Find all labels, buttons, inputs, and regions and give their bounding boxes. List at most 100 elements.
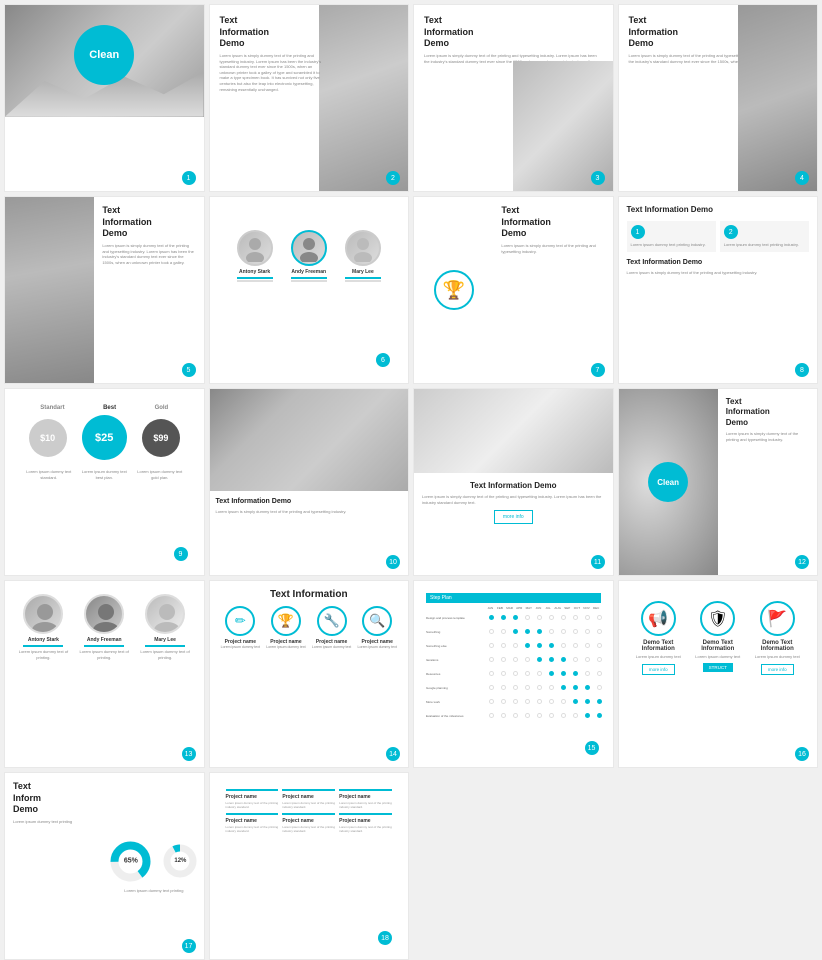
slide-10-title: Text Information Demo [216, 497, 403, 506]
slide-9-pricing: Standart Best Gold $10 $25 $99 Lorem ips… [4, 388, 205, 576]
gantt-dot-empty [513, 713, 518, 718]
gantt-row: Evaluation of the milestones [426, 710, 601, 721]
icon-item-2: 🏆 Project name Lorem ipsum dummy text [266, 606, 305, 649]
slide-14-icons: Text Information ✏ Project name Lorem ip… [209, 580, 410, 768]
slide-2: TextInformationDemo Lorem ipsum is simpl… [209, 4, 410, 192]
iconbox-3-btn[interactable]: more info [761, 664, 794, 675]
gantt-dot-empty [573, 713, 578, 718]
gantt-dot-empty [573, 657, 578, 662]
icon-desc-2: Lorem ipsum dummy text [266, 645, 305, 649]
clean-badge: Clean [74, 25, 134, 85]
team2-antony-bar [23, 645, 63, 647]
gantt-title: Step Plan [426, 593, 601, 603]
antony-name: Antony Stark [239, 269, 270, 275]
gantt-dot-filled [561, 657, 566, 662]
iconbox-1: 📢 Demo Text Information Lorem ipsum dumm… [631, 601, 685, 675]
gantt-dot-empty [585, 671, 590, 676]
andy-bar [291, 277, 327, 279]
step-14: 14 [386, 747, 400, 761]
gantt-dot-empty [525, 671, 530, 676]
price-best: $25 [82, 415, 127, 460]
gantt-dot-empty [585, 615, 590, 620]
gantt-dot-empty [561, 699, 566, 704]
slide-2-title: TextInformationDemo [220, 15, 324, 50]
iconbox-2: 🛡 Demo Text Information Lorem ipsum dumm… [691, 601, 745, 672]
more-info-btn-11[interactable]: more info [494, 510, 533, 524]
month-jun: JUN [534, 606, 543, 610]
iconbox-2-btn[interactable]: STRUCT [703, 663, 733, 672]
month-sep: SEP [563, 606, 572, 610]
gantt-dot-empty [501, 713, 506, 718]
proj-2-name: Project name [282, 794, 335, 800]
iconbox-2-icon: 🛡 [700, 601, 735, 636]
percent-12: 12% [174, 858, 186, 864]
slide-4-image [738, 5, 817, 191]
gantt-dot-filled [549, 671, 554, 676]
gantt-dot-filled [525, 629, 530, 634]
month-aug: AUG [553, 606, 562, 610]
iconbox-1-btn[interactable]: more info [642, 664, 675, 675]
gantt-dot-empty [489, 713, 494, 718]
gantt-dot-empty [513, 685, 518, 690]
step-7: 7 [591, 363, 605, 377]
slide-12: Clean TextInformationDemo Lorem ipsum is… [618, 388, 819, 576]
gantt-dot-empty [585, 629, 590, 634]
iconbox-3: 🚩 Demo Text Information Lorem ipsum dumm… [750, 601, 804, 675]
gantt-dot-empty [549, 699, 554, 704]
slide-grid: Clean 1 TextInformationDemo Lorem ipsum … [0, 0, 822, 944]
month-may: MAY [525, 606, 534, 610]
gantt-dot-empty [501, 657, 506, 662]
slide-3-title: TextInformationDemo [424, 15, 603, 50]
iconbox-1-icon: 📢 [641, 601, 676, 636]
team2-andy-bar [84, 645, 124, 647]
step-13: 13 [182, 747, 196, 761]
icon-desc-1: Lorem ipsum dummy text [221, 645, 260, 649]
gantt-dot-filled [537, 629, 542, 634]
slide-11-image [414, 389, 613, 473]
proj-5-name: Project name [282, 818, 335, 824]
gantt-dot-filled [537, 643, 542, 648]
slide-11-title: Text Information Demo [422, 481, 605, 491]
team2-andy-name: Andy Freeman [87, 637, 122, 643]
antony-avatar [237, 230, 273, 266]
gantt-dot-empty [501, 699, 506, 704]
andy-bar2 [291, 280, 327, 282]
step-8: 8 [795, 363, 809, 377]
step-18: 18 [378, 931, 392, 945]
icon-item-4: 🔍 Project name Lorem ipsum dummy text [358, 606, 397, 649]
gantt-dot-empty [549, 685, 554, 690]
gantt-dot-empty [573, 643, 578, 648]
gantt-dot-empty [549, 629, 554, 634]
gantt-dot-filled [489, 615, 494, 620]
step-4: 4 [795, 171, 809, 185]
gantt-row: Resources [426, 668, 601, 679]
gantt-row: Design and process template [426, 612, 601, 623]
slide-4: TextInformationDemo Lorem ipsum is simpl… [618, 4, 819, 192]
proj-6-desc: Lorem ipsum dummy text of the printing i… [339, 825, 392, 833]
gantt-dot-filled [573, 685, 578, 690]
team2-mary-name: Mary Lee [154, 637, 176, 643]
price-standard: $10 [29, 419, 67, 457]
gantt-dot-empty [525, 615, 530, 620]
mary-bar2 [345, 280, 381, 282]
team-member-andy: Andy Freeman [291, 230, 327, 282]
gantt-dot-filled [513, 615, 518, 620]
gantt-dot-filled [597, 713, 602, 718]
gantt-row-label: Google planning [426, 686, 486, 690]
gantt-dot-empty [561, 615, 566, 620]
gantt-dot-empty [501, 671, 506, 676]
gantt-dot-empty [513, 699, 518, 704]
team2-antony-name: Antony Stark [28, 637, 59, 643]
slide-5-body: Lorem ipsum is simply dummy text of the … [102, 243, 195, 265]
team2-antony: Antony Stark Lorem ipsum dummy text of p… [18, 594, 68, 660]
gantt-dot-empty [561, 713, 566, 718]
slide-5-title: TextInformationDemo [102, 205, 195, 240]
slide-16-iconboxes: 📢 Demo Text Information Lorem ipsum dumm… [618, 580, 819, 768]
gantt-dot-empty [489, 685, 494, 690]
trophy-icon: 🏆 [434, 270, 474, 310]
gantt-dot-empty [489, 699, 494, 704]
team-member-antony: Antony Stark [237, 230, 273, 282]
gantt-dot-empty [549, 713, 554, 718]
slide-11: Text Information Demo Lorem ipsum is sim… [413, 388, 614, 576]
antony-bar2 [237, 280, 273, 282]
